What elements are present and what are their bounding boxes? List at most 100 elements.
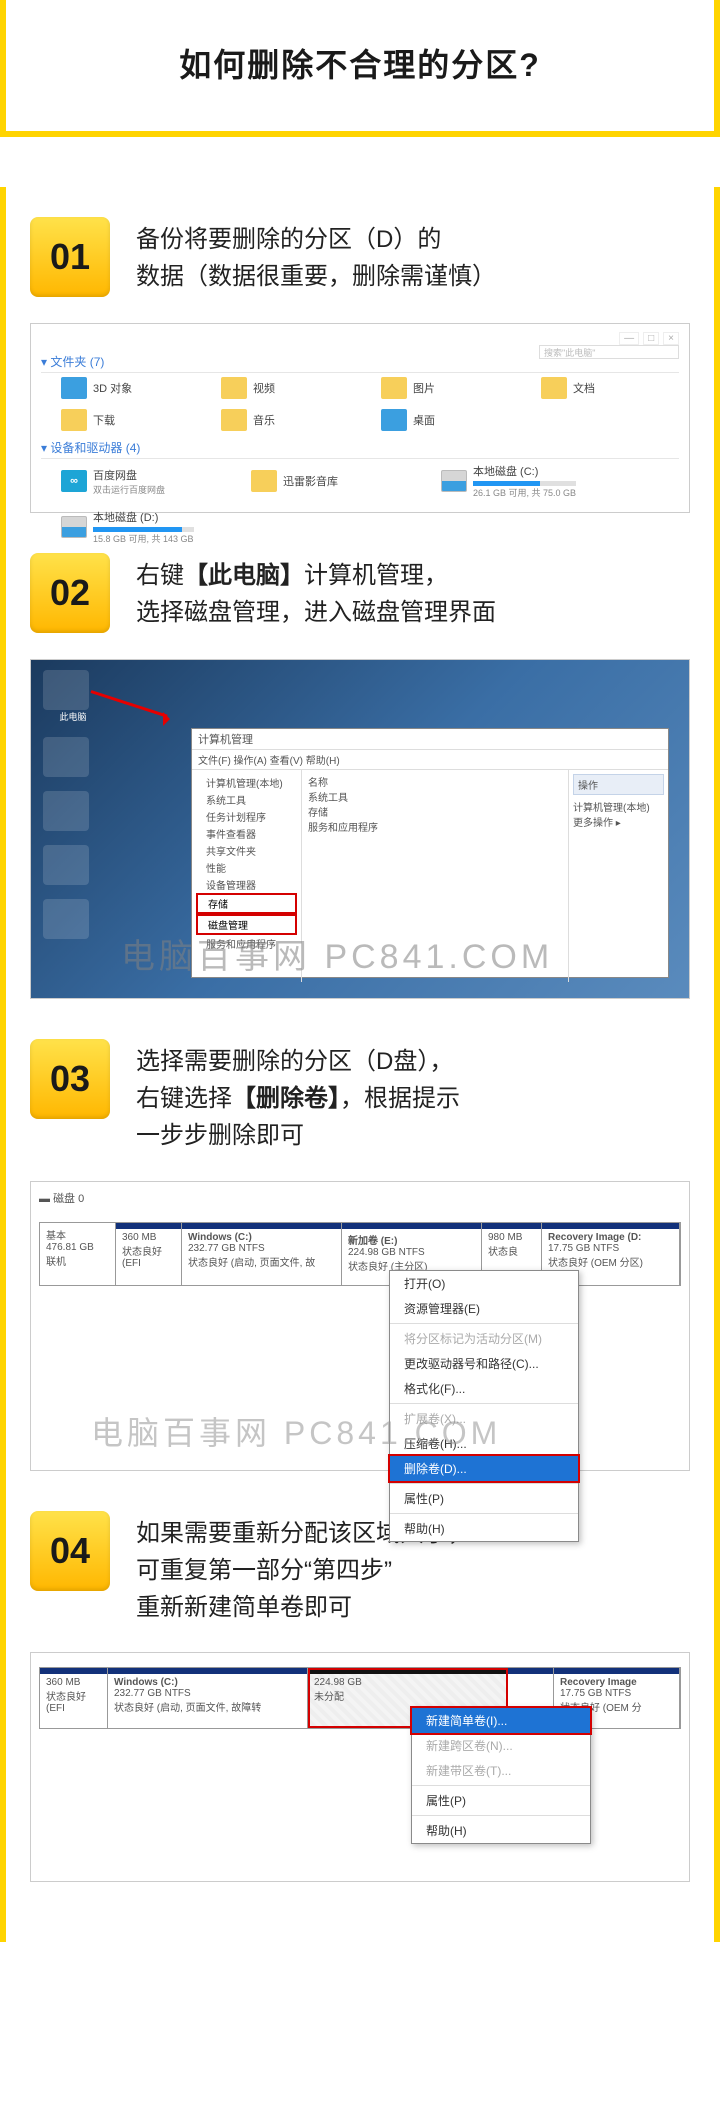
menu-item-mark-active: 将分区标记为活动分区(M) (390, 1326, 578, 1351)
text: 360 MB (122, 1232, 175, 1243)
win-close[interactable]: × (663, 332, 679, 345)
partition-c[interactable]: Windows (C:)232.77 GB NTFS状态良好 (启动, 页面文件… (108, 1668, 308, 1728)
menu-item-properties[interactable]: 属性(P) (390, 1486, 578, 1511)
label: 文档 (573, 380, 595, 396)
title-banner: 如何删除不合理的分区? (0, 0, 720, 137)
tree-item[interactable]: 任务计划程序 (196, 808, 297, 825)
action-item[interactable]: 计算机管理(本地) (573, 799, 664, 814)
step-text-03: 选择需要删除的分区（D盘）， 右键选择【删除卷】，根据提示 一步步删除即可 (136, 1039, 460, 1155)
computer-management-window: 计算机管理 文件(F) 操作(A) 查看(V) 帮助(H) 计算机管理(本地) … (191, 728, 669, 978)
search-input[interactable]: 搜索"此电脑" (539, 345, 679, 359)
text: 未分配 (314, 1688, 501, 1703)
tree-item[interactable]: 事件查看器 (196, 825, 297, 842)
desktop-icon[interactable] (43, 791, 89, 831)
step-01: 01 备份将要删除的分区（D）的 数据（数据很重要，删除需谨慎） (30, 217, 690, 297)
win-max[interactable]: □ (643, 332, 659, 345)
text: Recovery Image (D: (548, 1232, 673, 1243)
cloud-icon: ∞ (61, 470, 87, 492)
menu-item-open[interactable]: 打开(O) (390, 1271, 578, 1296)
folder-icon (221, 409, 247, 431)
menu-item-change-letter[interactable]: 更改驱动器号和路径(C)... (390, 1351, 578, 1376)
text: Windows (C:) (188, 1232, 335, 1243)
context-menu: 新建简单卷(I)... 新建跨区卷(N)... 新建带区卷(T)... 属性(P… (411, 1707, 591, 1844)
list-item[interactable]: 系统工具 (308, 789, 562, 804)
device-item[interactable]: 迅雷影音库 (251, 463, 391, 499)
desktop-icon[interactable] (43, 670, 89, 710)
text: 224.98 GB NTFS (348, 1247, 475, 1258)
text: 980 MB (488, 1232, 535, 1243)
tree-item[interactable]: 系统工具 (196, 791, 297, 808)
desktop-icon[interactable] (43, 899, 89, 939)
step-03: 03 选择需要删除的分区（D盘）， 右键选择【删除卷】，根据提示 一步步删除即可 (30, 1039, 690, 1155)
drive-c[interactable]: 本地磁盘 (C:)26.1 GB 可用, 共 75.0 GB (441, 463, 581, 499)
label: 百度网盘 (93, 470, 137, 482)
folder-item[interactable]: 视频 (221, 377, 331, 399)
text: 可重复第一部分“第四步” (136, 1557, 392, 1584)
text: 右键 (136, 562, 184, 589)
menu-item-properties[interactable]: 属性(P) (412, 1788, 590, 1813)
win-min[interactable]: — (619, 332, 639, 345)
folder-icon (381, 409, 407, 431)
menu-item-help[interactable]: 帮助(H) (390, 1516, 578, 1541)
group-devices[interactable]: ▾ 设备和驱动器 (4) (41, 439, 679, 459)
disk-row: 基本 476.81 GB 联机 360 MB状态良好 (EFI Windows … (39, 1222, 681, 1286)
label: 桌面 (413, 412, 435, 428)
folder-item[interactable]: 图片 (381, 377, 491, 399)
menu-item-new-spanned: 新建跨区卷(N)... (412, 1733, 590, 1758)
partition-c[interactable]: Windows (C:)232.77 GB NTFS状态良好 (启动, 页面文件… (182, 1223, 342, 1285)
tree-item[interactable]: 性能 (196, 859, 297, 876)
tree-item[interactable]: 共享文件夹 (196, 842, 297, 859)
text: 状态良好 (OEM 分区) (548, 1254, 673, 1269)
folder-icon (381, 377, 407, 399)
text: 17.75 GB NTFS (548, 1243, 673, 1254)
folder-icon (251, 470, 277, 492)
tree-item-disk-mgmt[interactable]: 磁盘管理 (196, 914, 297, 935)
disk-info: 基本 476.81 GB 联机 (40, 1223, 116, 1285)
list-item[interactable]: 存储 (308, 804, 562, 819)
folder-item[interactable]: 3D 对象 (61, 377, 171, 399)
device-item[interactable]: ∞百度网盘双击运行百度网盘 (61, 463, 201, 499)
tree-item-storage[interactable]: 存储 (196, 893, 297, 914)
menu-item-help[interactable]: 帮助(H) (412, 1818, 590, 1843)
action-item[interactable]: 更多操作 ▸ (573, 814, 664, 829)
tree-item[interactable]: 设备管理器 (196, 876, 297, 893)
col-header: 名称 (308, 774, 562, 789)
text: 360 MB (46, 1677, 101, 1688)
menu-bar[interactable]: 文件(F) 操作(A) 查看(V) 帮助(H) (192, 750, 668, 770)
menu-item-new-simple-volume[interactable]: 新建简单卷(I)... (410, 1706, 592, 1735)
folder-icon (61, 377, 87, 399)
folder-icon (541, 377, 567, 399)
tree-item[interactable]: 服务和应用程序 (196, 935, 297, 952)
menu-item-format[interactable]: 格式化(F)... (390, 1376, 578, 1401)
partition[interactable]: 360 MB状态良好 (EFI (116, 1223, 182, 1285)
folder-item[interactable]: 下载 (61, 409, 171, 431)
tree-panel: 计算机管理(本地) 系统工具 任务计划程序 事件查看器 共享文件夹 性能 设备管… (192, 770, 302, 982)
center-panel: 名称 系统工具 存储 服务和应用程序 (302, 770, 568, 982)
menu-item-explorer[interactable]: 资源管理器(E) (390, 1296, 578, 1321)
screenshot-computer-management: 此电脑 计算机管理 文件(F) 操作(A) 查看(V) 帮助(H) 计算机管理(… (30, 659, 690, 999)
drive-d[interactable]: 本地磁盘 (D:)15.8 GB 可用, 共 143 GB (61, 509, 201, 545)
step-badge-01: 01 (30, 217, 110, 297)
list-item[interactable]: 服务和应用程序 (308, 819, 562, 834)
text: 基本 (46, 1227, 109, 1242)
step-02: 02 右键【此电脑】计算机管理， 选择磁盘管理，进入磁盘管理界面 (30, 553, 690, 633)
text: 数据（数据很重要，删除需谨慎） (136, 263, 496, 290)
text: Recovery Image (560, 1677, 673, 1688)
desktop-icons: 此电脑 (43, 670, 103, 939)
folder-item[interactable]: 文档 (541, 377, 651, 399)
folder-item[interactable]: 音乐 (221, 409, 331, 431)
window-title: 计算机管理 (192, 729, 668, 750)
text: 状态良好 (EFI (122, 1243, 175, 1269)
desktop-icon[interactable] (43, 845, 89, 885)
partition[interactable]: 360 MB状态良好 (EFI (40, 1668, 108, 1728)
text: 状态良 (488, 1243, 535, 1258)
step-04: 04 如果需要重新分配该区域大小， 可重复第一部分“第四步” 重新新建简单卷即可 (30, 1511, 690, 1627)
tree-item[interactable]: 计算机管理(本地) (196, 774, 297, 791)
context-menu: 打开(O) 资源管理器(E) 将分区标记为活动分区(M) 更改驱动器号和路径(C… (389, 1270, 579, 1542)
menu-item-delete-volume[interactable]: 删除卷(D)... (388, 1454, 580, 1483)
desktop-icon[interactable] (43, 737, 89, 777)
text: Windows (C:) (114, 1677, 301, 1688)
step-text-02: 右键【此电脑】计算机管理， 选择磁盘管理，进入磁盘管理界面 (136, 553, 496, 631)
folder-item[interactable]: 桌面 (381, 409, 491, 431)
label: 本地磁盘 (C:) (473, 466, 538, 478)
